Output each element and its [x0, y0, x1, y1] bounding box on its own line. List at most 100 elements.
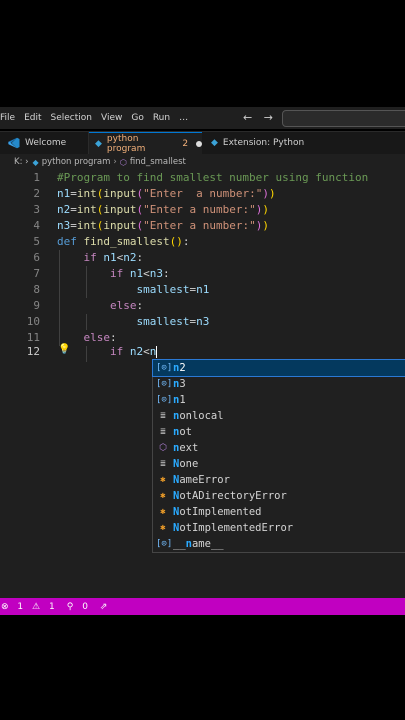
line-number-active: 12: [26, 345, 40, 358]
code-token: n3: [57, 219, 71, 232]
suggestion-item[interactable]: ✱ NotADirectoryError: [153, 488, 405, 504]
live-share-icon[interactable]: ⇗: [100, 602, 108, 612]
problems-count: 2: [182, 139, 189, 149]
suggestion-item[interactable]: ✱ NameError: [153, 472, 405, 488]
code-line-6[interactable]: if n1<n2:: [57, 251, 144, 264]
errors-count: 1: [17, 601, 24, 612]
code-token: ): [262, 203, 269, 216]
code-line-11[interactable]: else:: [57, 331, 117, 344]
code-token: :: [162, 267, 170, 280]
back-arrow-icon[interactable]: ←: [243, 111, 252, 124]
code-token: int: [76, 187, 97, 200]
suggestion-match: n: [173, 394, 180, 406]
menu-more[interactable]: …: [179, 113, 188, 123]
suggestion-label: NotADirectoryError: [173, 490, 287, 502]
code-line-9[interactable]: else:: [57, 299, 143, 312]
suggestion-item[interactable]: ≣ nonlocal: [153, 408, 405, 424]
line-number: 2: [33, 187, 40, 200]
code-line-7[interactable]: if n1<n3:: [57, 267, 170, 280]
code-line-4[interactable]: n3=int(input("Enter a number:")): [57, 219, 269, 232]
breadcrumb-symbol[interactable]: find_smallest: [130, 157, 186, 167]
code-line-8[interactable]: smallest=n1: [57, 283, 209, 296]
keyword-icon: ≣: [160, 459, 166, 469]
code-token: else: [83, 331, 111, 344]
tab-welcome-label: Welcome: [25, 138, 67, 148]
suggestion-item[interactable]: [⊙] n1: [153, 392, 405, 408]
tab-extension-label: Extension: Python: [222, 138, 305, 148]
breadcrumb-file[interactable]: python program: [42, 157, 111, 167]
suggestion-label: NotImplementedError: [173, 522, 294, 534]
suggestion-item[interactable]: ✱ NotImplementedError: [153, 520, 405, 536]
line-number: 8: [33, 283, 40, 296]
autocomplete-suggest-widget[interactable]: [⊙] n2 [⊙] n3 [⊙] n1 ≣ nonlocal ≣ not ⬡ next ≣ None ✱ N…: [152, 359, 405, 553]
tab-python-program-label: python program: [106, 134, 146, 154]
suggestion-label: n1: [173, 394, 186, 406]
code-token: #Program to find smallest number using f…: [57, 171, 369, 184]
breadcrumb: K: › ◆ python program › ⬡ find_smallest: [0, 154, 405, 170]
code-line-1[interactable]: #Program to find smallest number using f…: [57, 171, 368, 184]
suggestion-item[interactable]: [⊙] n3: [153, 376, 405, 392]
status-bar: ⊗ 1 ⚠ 1 ⚲ 0 ⇗: [0, 598, 405, 615]
code-token: :: [182, 235, 190, 248]
code-line-2[interactable]: n1=int(input("Enter a number:")): [57, 187, 276, 200]
suggestion-item[interactable]: ⬡ next: [153, 440, 405, 456]
warning-icon: ⚠: [32, 601, 41, 612]
ports-count: 0: [82, 601, 88, 612]
suggestion-label: NameError: [173, 474, 230, 486]
code-token: input: [103, 219, 137, 232]
tab-extension-python[interactable]: ◆ Extension: Python: [203, 132, 313, 154]
menu-go[interactable]: Go: [131, 113, 143, 123]
code-token: "Enter a number:": [143, 219, 256, 232]
suggestion-item[interactable]: [⊙] n2: [152, 359, 405, 377]
variable-icon: [⊙]: [156, 395, 173, 405]
code-token: =: [70, 203, 77, 216]
code-token: =: [70, 187, 77, 200]
tab-python-program[interactable]: ◆ python program 2: [89, 132, 202, 155]
class-icon: ✱: [160, 507, 166, 517]
menu-file[interactable]: File: [0, 113, 15, 123]
ports-status[interactable]: ⚲ 0: [67, 602, 94, 612]
code-line-10[interactable]: smallest=n3: [57, 315, 209, 328]
code-token: int: [76, 203, 97, 216]
menu-run[interactable]: Run: [153, 113, 170, 123]
errors-status[interactable]: ⊗ 1 ⚠ 1: [1, 602, 61, 612]
suggestion-match: N: [173, 506, 180, 518]
forward-arrow-icon[interactable]: →: [264, 111, 273, 124]
suggestion-item[interactable]: ≣ not: [153, 424, 405, 440]
code-token: n: [149, 345, 157, 358]
variable-icon: [⊙]: [156, 539, 173, 549]
suggestion-label: next: [173, 442, 199, 454]
code-token: =: [70, 219, 77, 232]
suggestion-item[interactable]: ✱ NotImplemented: [153, 504, 405, 520]
code-line-12[interactable]: if n2<n: [57, 345, 158, 358]
menu-view[interactable]: View: [101, 113, 122, 123]
class-icon: ✱: [160, 475, 166, 485]
code-token: n3: [196, 315, 210, 328]
code-token: input: [103, 187, 137, 200]
breadcrumb-drive[interactable]: K: ›: [14, 157, 29, 167]
line-number: 5: [33, 235, 40, 248]
keyword-icon: ≣: [160, 411, 166, 421]
suggestion-item[interactable]: [⊙] __name__: [153, 536, 405, 552]
tab-welcome[interactable]: Welcome: [0, 132, 89, 154]
menu-selection[interactable]: Selection: [51, 113, 92, 123]
code-line-5[interactable]: def find_smallest():: [57, 235, 189, 248]
suggestion-match: N: [173, 474, 180, 486]
suggestion-item[interactable]: ≣ None: [153, 456, 405, 472]
variable-icon: [⊙]: [156, 379, 173, 389]
line-number: 6: [33, 251, 40, 264]
menu-edit[interactable]: Edit: [24, 113, 41, 123]
code-token: "Enter a number:": [143, 203, 256, 216]
keyword-icon: ≣: [160, 427, 166, 437]
code-token: <: [143, 267, 150, 280]
command-center-search[interactable]: [282, 110, 405, 127]
code-line-3[interactable]: n2=int(input("Enter a number:")): [57, 203, 269, 216]
unsaved-dot-icon[interactable]: [196, 141, 202, 147]
lightbulb-icon[interactable]: 💡: [58, 344, 70, 355]
suggestion-label: n2: [173, 362, 186, 374]
